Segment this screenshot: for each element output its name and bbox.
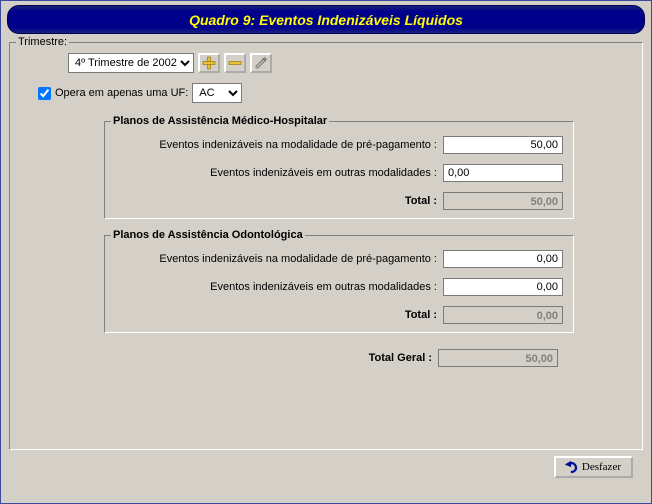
g2-row1-label: Eventos indenizáveis na modalidade de pr… bbox=[159, 253, 437, 265]
group-medico-hospitalar: Planos de Assistência Médico-Hospitalar … bbox=[104, 121, 574, 219]
undo-button[interactable]: Desfazer bbox=[554, 456, 633, 478]
grand-total-label: Total Geral : bbox=[369, 352, 432, 364]
group-odontologica: Planos de Assistência Odontológica Event… bbox=[104, 235, 574, 333]
g2-total-label: Total : bbox=[405, 309, 437, 321]
group1-legend: Planos de Assistência Médico-Hospitalar bbox=[111, 115, 329, 127]
g2-row1-input[interactable] bbox=[443, 250, 563, 268]
g1-row1-input[interactable] bbox=[443, 136, 563, 154]
add-button[interactable] bbox=[198, 53, 220, 73]
g2-row2-input[interactable] bbox=[443, 278, 563, 296]
opera-uf-label: Opera em apenas uma UF: bbox=[55, 87, 188, 99]
opera-uf-checkbox[interactable] bbox=[38, 87, 51, 100]
g1-total-label: Total : bbox=[405, 195, 437, 207]
undo-label: Desfazer bbox=[582, 461, 621, 473]
g1-row1-label: Eventos indenizáveis na modalidade de pr… bbox=[159, 139, 437, 151]
edit-button[interactable] bbox=[250, 53, 272, 73]
grand-total-value: 50,00 bbox=[438, 349, 558, 367]
undo-icon bbox=[562, 460, 578, 474]
group2-legend: Planos de Assistência Odontológica bbox=[111, 229, 305, 241]
remove-button[interactable] bbox=[224, 53, 246, 73]
uf-select[interactable]: AC bbox=[192, 83, 242, 103]
g1-total-value: 50,00 bbox=[443, 192, 563, 210]
g1-row2-label: Eventos indenizáveis em outras modalidad… bbox=[210, 167, 437, 179]
trimestre-select[interactable]: 4º Trimestre de 2002 bbox=[68, 53, 194, 73]
main-frame: Trimestre: 4º Trimestre de 2002 bbox=[9, 42, 643, 450]
page-title: Quadro 9: Eventos Indenizáveis Líquidos bbox=[7, 5, 645, 34]
trimestre-label: Trimestre: bbox=[16, 36, 69, 48]
g2-row2-label: Eventos indenizáveis em outras modalidad… bbox=[210, 281, 437, 293]
g2-total-value: 0,00 bbox=[443, 306, 563, 324]
g1-row2-input[interactable] bbox=[443, 164, 563, 182]
